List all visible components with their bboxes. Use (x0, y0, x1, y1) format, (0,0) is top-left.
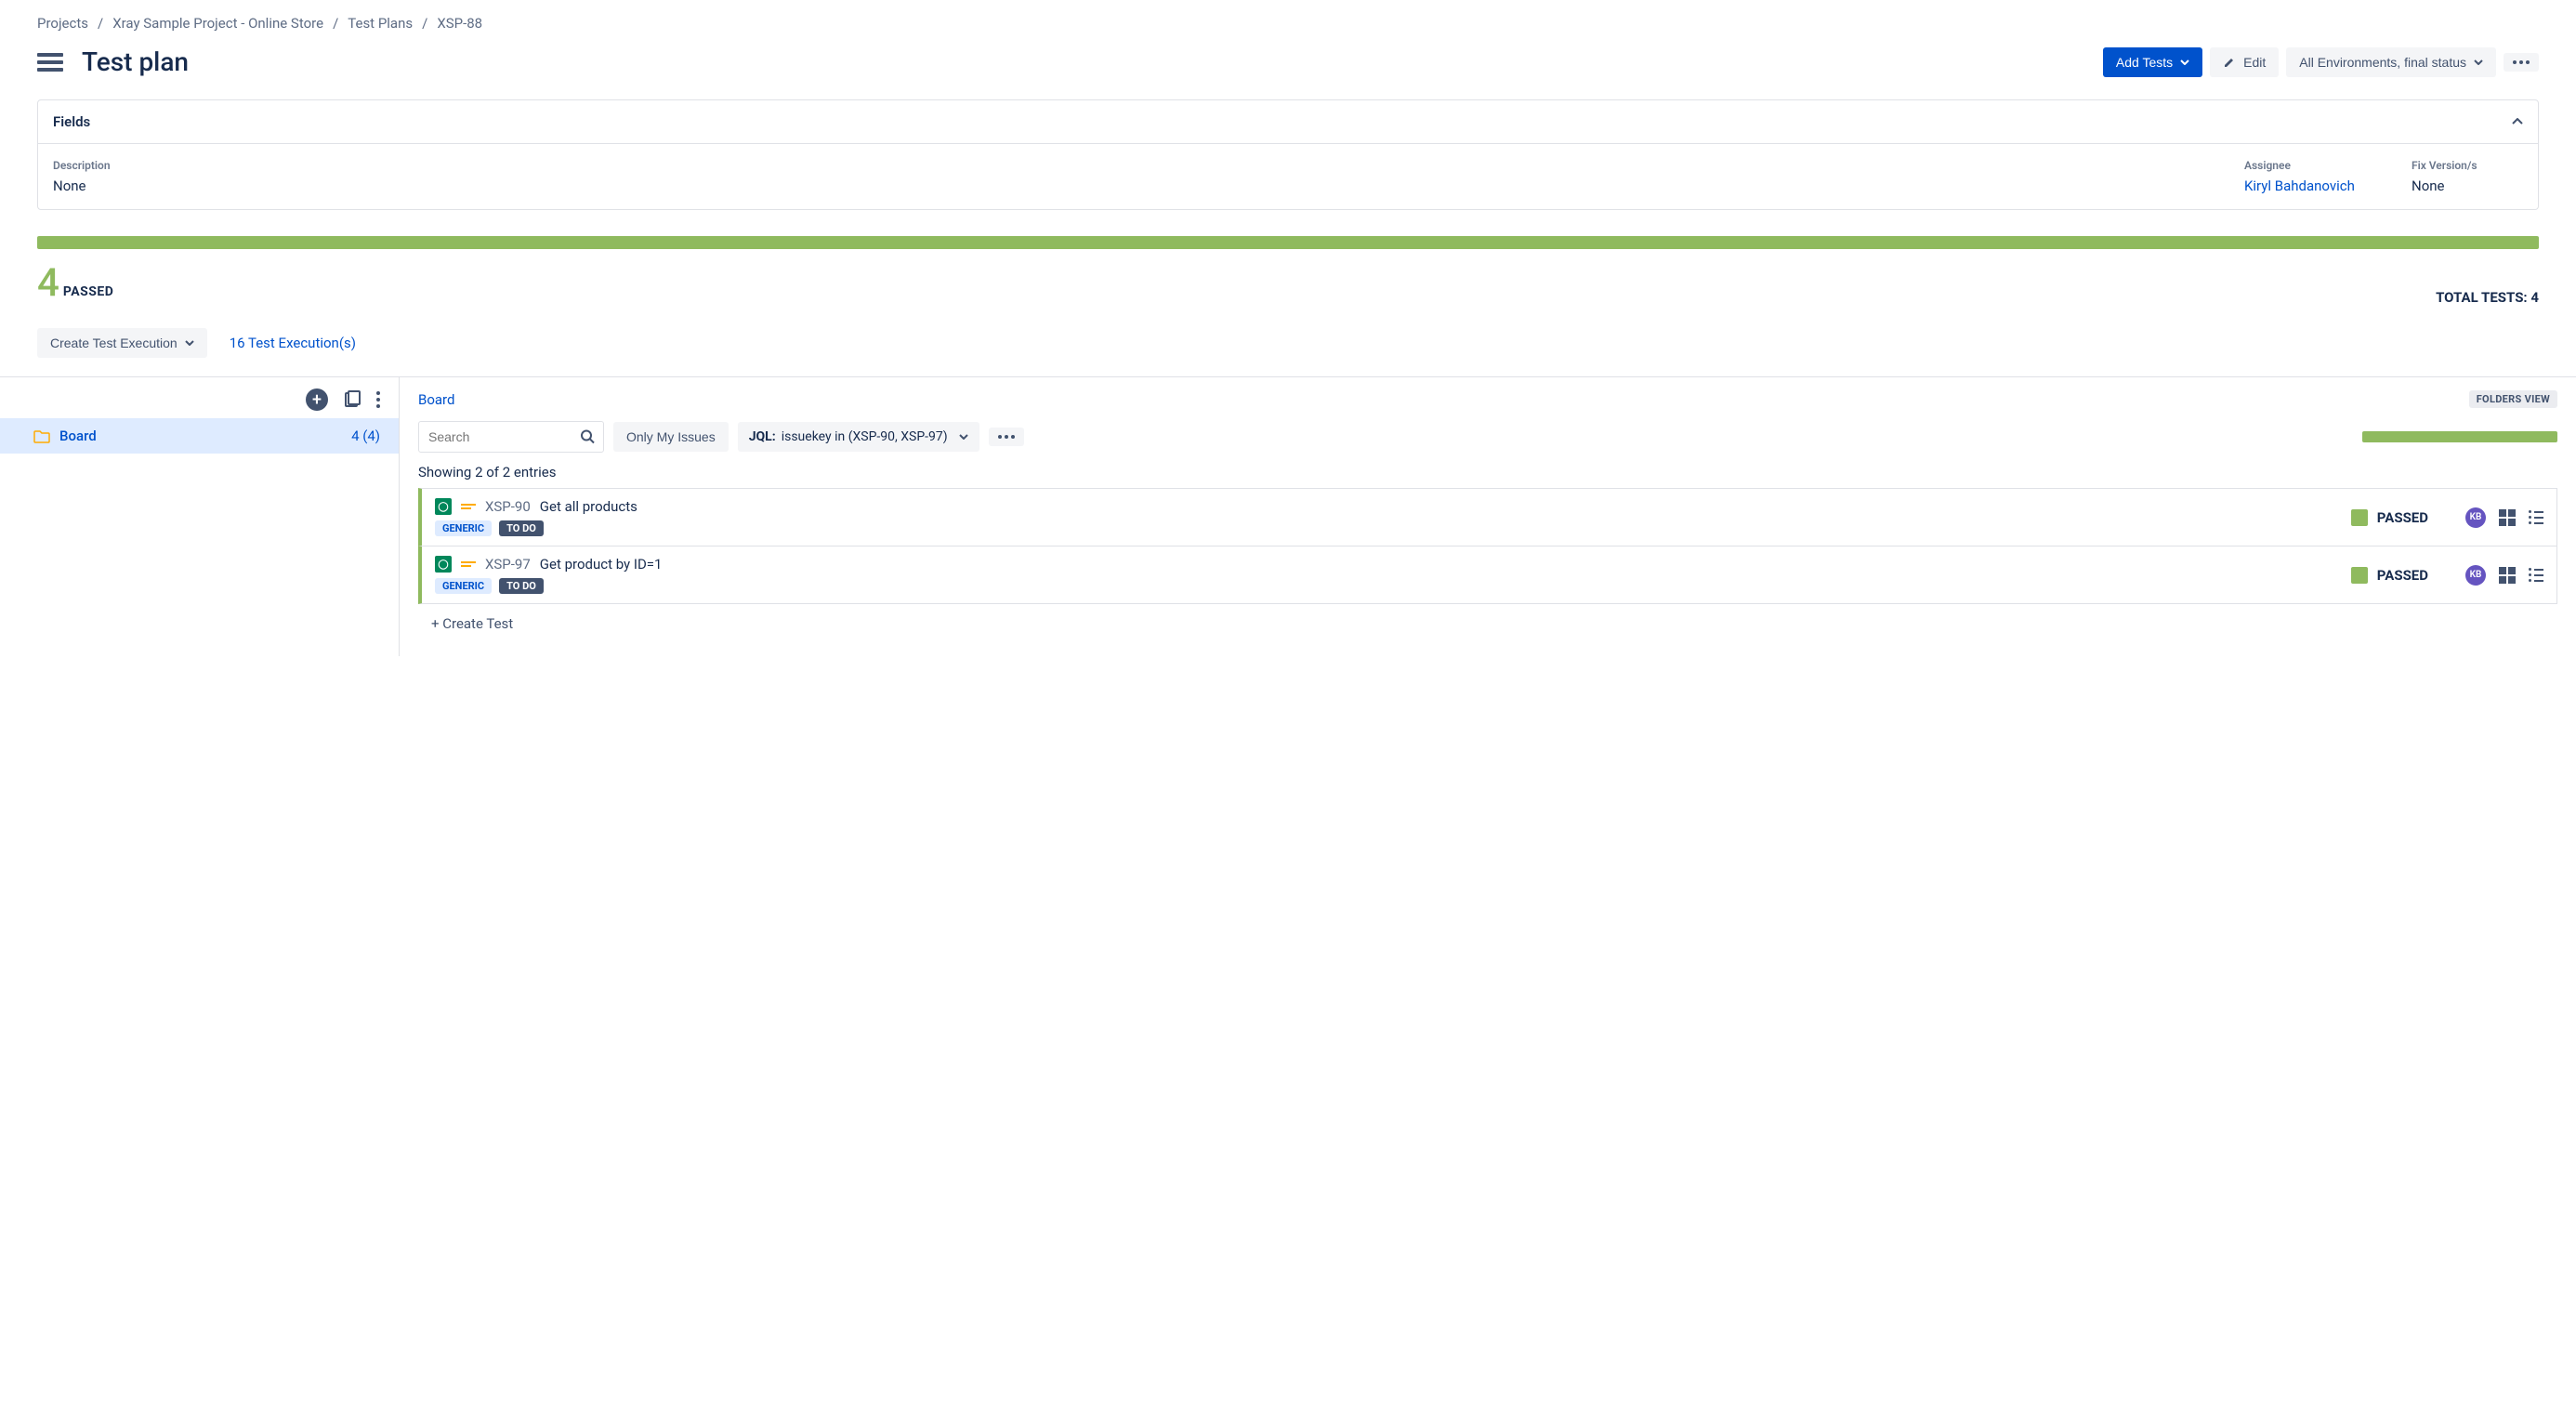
avatar[interactable]: KB (2465, 565, 2486, 586)
folder-item-board[interactable]: Board 4 (4) (0, 418, 399, 454)
description-label: Description (53, 159, 2188, 172)
jql-filter[interactable]: JQL: issuekey in (XSP-90, XSP-97) (738, 422, 979, 452)
workflow-status-pill: TO DO (499, 520, 544, 536)
fix-version-value: None (2412, 178, 2523, 194)
chevron-down-icon (185, 340, 194, 346)
grid-view-icon[interactable] (2499, 567, 2516, 584)
entries-count: Showing 2 of 2 entries (418, 464, 2557, 481)
grid-view-icon[interactable] (2499, 509, 2516, 526)
assignee-value[interactable]: Kiryl Bahdanovich (2244, 178, 2355, 194)
more-icon (2513, 60, 2530, 64)
mini-progress-bar (2362, 431, 2557, 442)
test-key: XSP-90 (485, 498, 531, 515)
test-row[interactable]: ◯ XSP-97 Get product by ID=1 GENERIC TO … (418, 546, 2557, 604)
test-row[interactable]: ◯ XSP-90 Get all products GENERIC TO DO … (418, 488, 2557, 546)
chevron-down-icon (959, 434, 968, 440)
create-test-button[interactable]: + Create Test (418, 604, 2557, 643)
breadcrumb-projects[interactable]: Projects (37, 15, 88, 32)
chevron-down-icon (2474, 59, 2483, 65)
page-title: Test plan (82, 46, 189, 77)
breadcrumb-issue-key[interactable]: XSP-88 (437, 15, 482, 32)
fields-header: Fields (53, 113, 90, 130)
folder-tree: + Board 4 (4) (0, 377, 400, 656)
status-text: PASSED (2377, 509, 2428, 526)
priority-icon (461, 501, 476, 512)
workflow-status-pill: TO DO (499, 578, 544, 594)
folder-more-icon[interactable] (376, 391, 380, 408)
edit-button[interactable]: Edit (2210, 47, 2279, 77)
avatar[interactable]: KB (2465, 507, 2486, 528)
search-icon (581, 430, 595, 444)
board-title: Board (418, 391, 454, 408)
create-test-execution-button[interactable]: Create Test Execution (37, 328, 207, 358)
more-icon (998, 435, 1015, 439)
more-actions-button[interactable] (2504, 53, 2539, 72)
search-input[interactable] (418, 421, 604, 453)
list-view-icon[interactable] (2529, 568, 2543, 582)
test-type-icon: ◯ (435, 556, 452, 573)
priority-icon (461, 559, 476, 570)
test-name: Get all products (540, 498, 637, 515)
status-box (2351, 567, 2368, 584)
folder-counts: 4 (4) (351, 428, 380, 444)
test-name: Get product by ID=1 (540, 556, 663, 573)
breadcrumb: Projects / Xray Sample Project - Online … (37, 15, 2539, 32)
menu-icon[interactable] (37, 53, 63, 72)
fields-panel: Fields Description None Assignee Kiryl B… (37, 99, 2539, 210)
test-type-pill: GENERIC (435, 520, 492, 536)
status-text: PASSED (2377, 567, 2428, 584)
board-more-button[interactable] (989, 428, 1024, 446)
breadcrumb-test-plans[interactable]: Test Plans (348, 15, 413, 32)
status-box (2351, 509, 2368, 526)
description-value: None (53, 178, 2188, 194)
copy-icon[interactable] (343, 390, 361, 409)
total-tests: TOTAL TESTS: 4 (2436, 289, 2539, 306)
pencil-icon (2223, 56, 2236, 69)
chevron-up-icon[interactable] (2512, 118, 2523, 125)
folder-name: Board (59, 428, 97, 444)
test-executions-link[interactable]: 16 Test Execution(s) (230, 335, 356, 351)
list-view-icon[interactable] (2529, 510, 2543, 524)
progress-bar (37, 236, 2539, 249)
folders-view-badge: FOLDERS VIEW (2469, 390, 2557, 408)
add-tests-button[interactable]: Add Tests (2103, 47, 2202, 77)
assignee-label: Assignee (2244, 159, 2356, 172)
add-folder-button[interactable]: + (306, 388, 328, 411)
test-type-pill: GENERIC (435, 578, 492, 594)
breadcrumb-project[interactable]: Xray Sample Project - Online Store (112, 15, 323, 32)
test-key: XSP-97 (485, 556, 531, 573)
environments-dropdown[interactable]: All Environments, final status (2286, 47, 2496, 77)
folder-icon (33, 429, 50, 443)
fix-version-label: Fix Version/s (2412, 159, 2523, 172)
test-type-icon: ◯ (435, 498, 452, 515)
passed-count: 4 (37, 260, 59, 306)
only-my-issues-button[interactable]: Only My Issues (613, 422, 729, 452)
passed-label: PASSED (63, 284, 114, 299)
chevron-down-icon (2180, 59, 2189, 65)
